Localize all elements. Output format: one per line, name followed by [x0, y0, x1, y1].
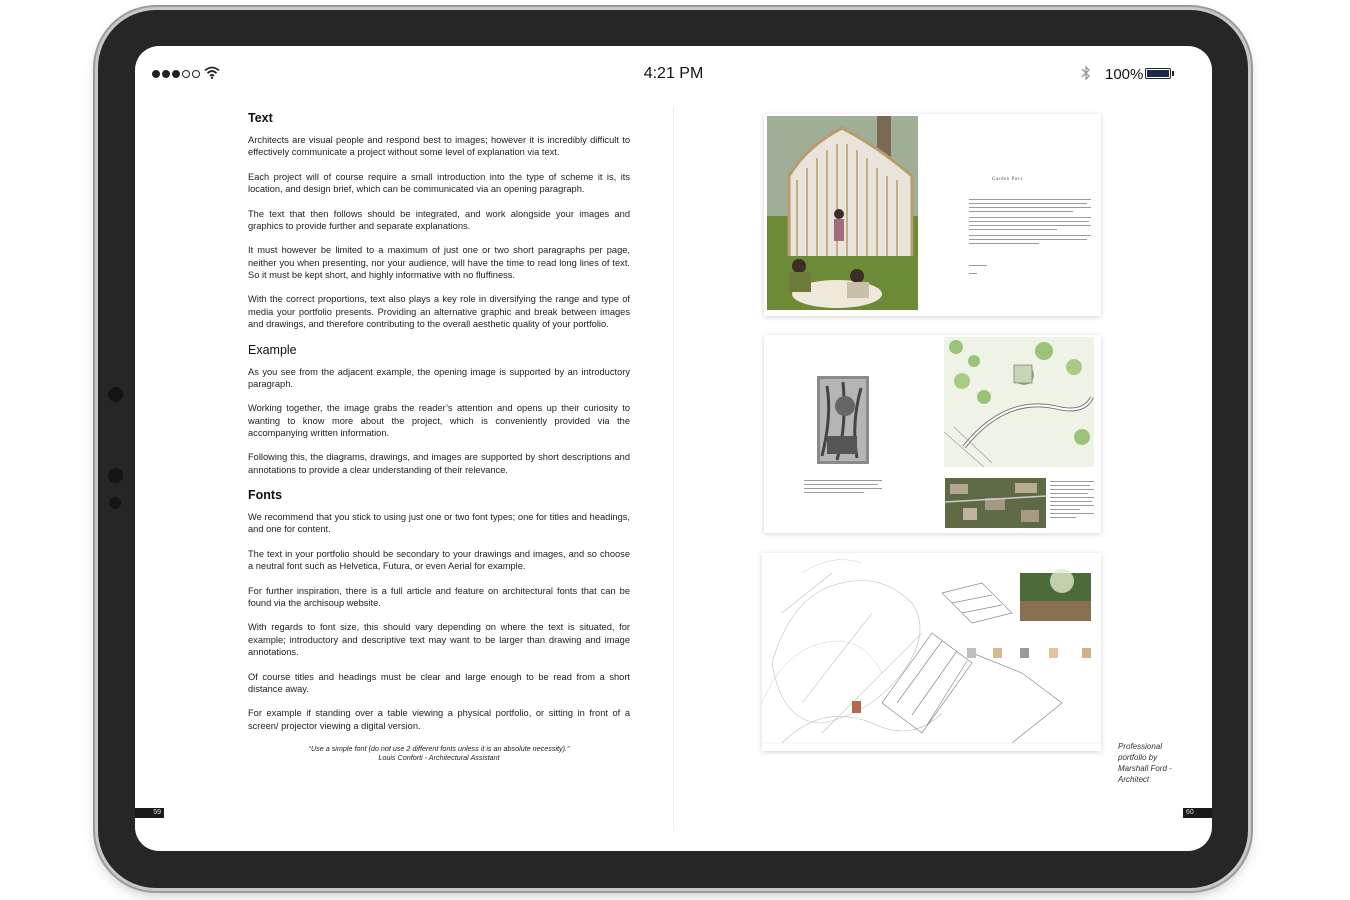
page-gutter [673, 106, 674, 831]
sample-title: Garden Pavi [992, 177, 1023, 182]
site-plan-drawing [944, 337, 1094, 467]
body-paragraph: For further inspiration, there is a full… [248, 585, 630, 608]
quote-author: Louis Conforti - Architectural Assistant [378, 753, 500, 763]
body-paragraph: For example if standing over a table vie… [248, 708, 630, 731]
battery-icon [1145, 68, 1171, 79]
tablet-screen: 4:21 PM 100% Text Architects are visual … [135, 46, 1212, 851]
section-heading: Example [248, 342, 297, 357]
axonometric-drawing [762, 553, 1101, 751]
page-number-right: 60 [1183, 808, 1212, 818]
body-paragraph: Working together, the image grabs the re… [248, 403, 630, 438]
section-heading: Fonts [248, 488, 283, 503]
body-paragraph: Each project will of course require a sm… [248, 171, 630, 195]
etching-image [817, 376, 869, 464]
sensor-dot [108, 468, 123, 483]
bluetooth-icon [1081, 65, 1090, 81]
battery-cap [1172, 71, 1174, 76]
body-paragraph: We recommend that you stick to using jus… [248, 512, 630, 535]
status-time: 4:21 PM [643, 65, 704, 82]
sample-page-axonometric[interactable] [762, 553, 1101, 751]
section-heading: Text [248, 111, 273, 125]
body-paragraph: As you see from the adjacent example, th… [248, 366, 630, 389]
caption-line: Professional [1118, 742, 1163, 751]
left-page: Text Architects are visual people and re… [248, 106, 630, 762]
sensor-dot [109, 497, 121, 509]
body-paragraph: Architects are visual people and respond… [248, 135, 630, 158]
caption-line: Architect [1118, 775, 1150, 784]
battery-fill [1147, 70, 1169, 77]
page-number-left: 59 [135, 808, 164, 818]
portfolio-caption: Professional portfolio by Marshall Ford … [1118, 741, 1172, 785]
battery-percent: 100% [1105, 66, 1144, 83]
body-paragraph: It must however be limited to a maximum … [248, 245, 630, 280]
body-paragraph: With regards to font size, this should v… [248, 622, 630, 658]
caption-line: portfolio by [1118, 753, 1158, 762]
body-paragraph: The text in your portfolio should be sec… [248, 548, 630, 572]
aerial-photo [945, 478, 1046, 528]
body-paragraph: The text that then follows should be int… [248, 208, 630, 231]
camera-dot [108, 387, 123, 402]
sample-page-site[interactable] [764, 335, 1101, 533]
status-bar: 4:21 PM 100% [135, 46, 1212, 102]
quote-text: “Use a simple font (do not use 2 differe… [308, 744, 570, 754]
body-paragraph: Following this, the diagrams, drawings, … [248, 452, 630, 475]
body-paragraph: With the correct proportions, text also … [248, 294, 630, 330]
sample-page-intro[interactable]: Garden Pavi [764, 114, 1101, 316]
pavilion-photo [767, 116, 918, 310]
body-paragraph: Of course titles and headings must be cl… [248, 671, 630, 694]
caption-line: Marshall Ford - [1118, 764, 1172, 773]
